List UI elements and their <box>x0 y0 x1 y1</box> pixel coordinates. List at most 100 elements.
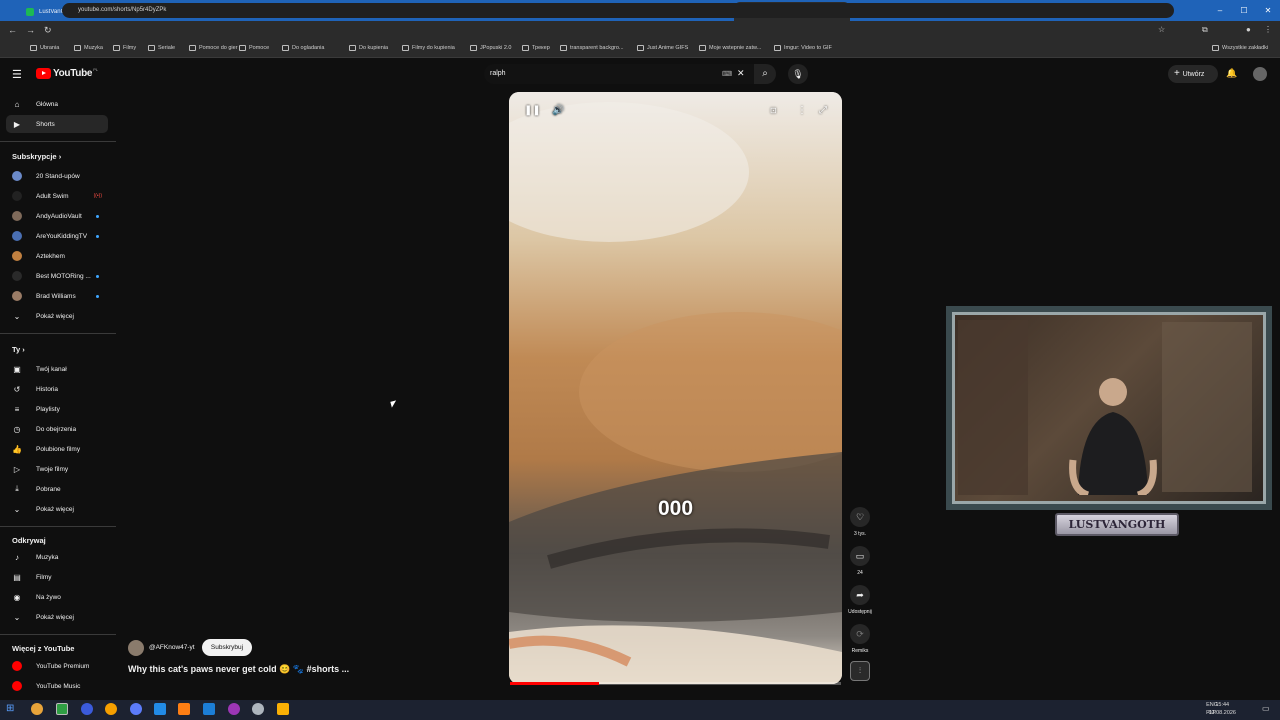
extensions-icon[interactable]: ⧉ <box>1202 25 1208 35</box>
steam-taskbar-icon[interactable] <box>203 703 215 715</box>
remix-button[interactable]: ⟳ Remiks <box>850 624 870 654</box>
vlc-taskbar-icon[interactable] <box>178 703 190 715</box>
search-input[interactable]: ralph <box>484 64 754 84</box>
more-options-icon[interactable]: ⋮ <box>797 105 807 116</box>
bookmark-label: Do kupienia <box>359 45 389 51</box>
sidebar-item-home[interactable]: ⌂ Główna <box>6 95 108 113</box>
channel-name[interactable]: @AFKnow47-yt <box>149 644 195 651</box>
bookmark-item[interactable]: Imgur: Video to GIF <box>774 45 832 51</box>
explore-item[interactable]: ◉ Na żywo <box>6 588 108 606</box>
subscription-item[interactable]: AreYouKiddingTV <box>6 227 108 245</box>
subscription-item[interactable]: Brad Williams <box>6 287 108 305</box>
app-taskbar-icon[interactable] <box>154 703 166 715</box>
show-more-subscriptions[interactable]: ⌄ Pokaż więcej <box>6 307 108 325</box>
obs-taskbar-icon[interactable] <box>228 703 240 715</box>
volume-icon[interactable]: 🔊 <box>552 105 564 116</box>
reload-icon[interactable]: ↻ <box>44 25 52 36</box>
you-item[interactable]: ↺ Historia <box>6 380 108 398</box>
back-icon[interactable]: ← <box>8 25 17 35</box>
fullscreen-icon[interactable]: ⤢ <box>819 105 827 116</box>
sidebar-item-shorts[interactable]: ▶ Shorts <box>6 115 108 133</box>
active-app-taskbar-icon[interactable] <box>56 703 68 715</box>
pause-icon[interactable]: ❚❚ <box>524 105 541 116</box>
explore-item[interactable]: ⌄ Pokaż więcej <box>6 608 108 626</box>
more-from-youtube-heading-label: Więcej z YouTube <box>12 644 75 653</box>
maximize-icon[interactable]: ☐ <box>1232 0 1256 21</box>
you-item[interactable]: ⌄ Pokaż więcej <box>6 500 108 518</box>
bookmark-item[interactable]: Ubrania <box>30 45 59 51</box>
create-button[interactable]: + Utwórz <box>1168 65 1218 83</box>
explore-item[interactable]: ▤ Filmy <box>6 568 108 586</box>
bookmark-item[interactable]: Do kupienia <box>349 45 388 51</box>
sound-track-button[interactable]: ⫶ <box>850 661 870 681</box>
comments-button[interactable]: ▭ 24 <box>850 546 870 576</box>
minimize-icon[interactable]: – <box>1208 0 1232 21</box>
more-from-youtube-item[interactable]: YouTube Music <box>6 677 108 695</box>
bookmark-item[interactable]: Do ogladania <box>282 45 324 51</box>
windows-start-icon[interactable]: ⊞ <box>6 703 14 714</box>
captions-icon[interactable]: ⊡ <box>770 106 777 115</box>
folder-icon <box>30 45 37 51</box>
voice-search-button[interactable]: 🎙 <box>788 64 808 84</box>
keyboard-icon[interactable]: ⌨ <box>722 70 732 78</box>
explore-item[interactable]: ♪ Muzyka <box>6 548 108 566</box>
browser-menu-icon[interactable]: ⋮ <box>1264 25 1272 34</box>
bookmark-item[interactable]: Seriale <box>148 45 175 51</box>
you-item[interactable]: ◷ Do obejrzenia <box>6 420 108 438</box>
subscription-item[interactable]: 20 Stand-upów <box>6 167 108 185</box>
you-item[interactable]: ▷ Twoje filmy <box>6 460 108 478</box>
discord-taskbar-icon[interactable] <box>130 703 142 715</box>
bookmark-item[interactable]: Muzyka <box>74 45 103 51</box>
notifications-bell-icon[interactable]: 🔔 <box>1226 68 1237 79</box>
bookmark-item[interactable]: transparent backgro... <box>560 45 624 51</box>
bookmark-item[interactable]: Трекер <box>522 45 550 51</box>
new-content-dot <box>96 294 99 298</box>
channel-avatar[interactable] <box>128 640 144 656</box>
subscription-item[interactable]: AndyAudioVault <box>6 207 108 225</box>
taskbar-clock[interactable]: 15:44 02.08.2026 <box>1208 701 1236 717</box>
url-field[interactable]: youtube.com/shorts/Np5r4DyZPk <box>62 3 1174 18</box>
bookmark-item[interactable]: Filmy do kupienia <box>402 45 455 51</box>
bookmark-item[interactable]: Pomoce do gier <box>189 45 238 51</box>
bookmark-star-icon[interactable]: ☆ <box>1158 25 1165 34</box>
bookmark-item[interactable]: Moje wstepnie zatw... <box>699 45 761 51</box>
you-item[interactable]: ≡ Playlisty <box>6 400 108 418</box>
you-heading[interactable]: Ty › <box>12 345 25 354</box>
account-avatar[interactable] <box>1253 67 1267 81</box>
you-item[interactable]: ▣ Twój kanał <box>6 360 108 378</box>
notifications-icon[interactable]: ▭ <box>1262 704 1270 713</box>
youtube-logo[interactable]: YouTube PL <box>36 67 98 79</box>
search-button[interactable]: ⌕ <box>754 64 776 84</box>
profile-icon[interactable]: ● <box>1246 25 1251 34</box>
share-button[interactable]: ➦ Udostępnij <box>848 585 872 615</box>
short-title[interactable]: Why this cat's paws never get cold 😊 🐾 #… <box>128 664 349 675</box>
explore-heading[interactable]: Odkrywaj <box>12 536 46 545</box>
close-window-icon[interactable]: ✕ <box>1256 0 1280 21</box>
app-taskbar-icon[interactable] <box>252 703 264 715</box>
subscriptions-heading[interactable]: Subskrypcje › <box>12 152 61 161</box>
bookmark-item[interactable]: JPopuski 2.0 <box>470 45 512 51</box>
hamburger-menu-icon[interactable]: ☰ <box>12 68 22 81</box>
subscription-item[interactable]: Aztekhem <box>6 247 108 265</box>
bookmark-item[interactable]: Pomoce <box>239 45 269 51</box>
app-taskbar-icon[interactable] <box>105 703 117 715</box>
file-explorer-taskbar-icon[interactable] <box>277 703 289 715</box>
subscription-item[interactable]: Adult Swim ((•)) <box>6 187 108 205</box>
chrome-taskbar-icon[interactable] <box>31 703 43 715</box>
subscription-item[interactable]: Best MOTORing ... <box>6 267 108 285</box>
clear-search-icon[interactable]: ✕ <box>737 68 745 79</box>
subscribe-button[interactable]: Subskrybuj <box>202 639 252 656</box>
bookmark-item[interactable]: Just Anime GIFS <box>637 45 688 51</box>
bookmark-item[interactable]: Filmy <box>113 45 136 51</box>
more-from-youtube-item[interactable]: YouTube Premium <box>6 657 108 675</box>
forward-icon[interactable]: → <box>26 25 35 35</box>
more-from-youtube-heading[interactable]: Więcej z YouTube <box>12 644 74 653</box>
short-video-player[interactable]: 000 <box>509 92 842 684</box>
all-bookmarks[interactable]: Wszystkie zakładki <box>1212 45 1268 51</box>
you-item[interactable]: 👍 Polubione filmy <box>6 440 108 458</box>
you-heading-label: Ty <box>12 345 21 354</box>
video-progress-bar[interactable] <box>510 682 841 685</box>
like-button[interactable]: ♡ 3 tys. <box>850 507 870 537</box>
app-taskbar-icon[interactable] <box>81 703 93 715</box>
you-item[interactable]: ⤓ Pobrane <box>6 480 108 498</box>
